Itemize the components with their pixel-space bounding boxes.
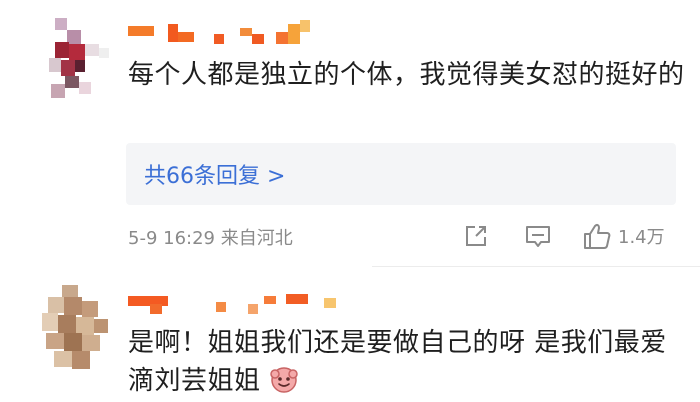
comment-text-content: 是啊！姐姐我们还是要做自己的呀 是我们最爱滴刘芸姐姐 — [128, 328, 667, 396]
comment-meta: 5-9 16:29 来自河北 — [128, 228, 293, 249]
share-button[interactable] — [463, 222, 489, 250]
view-replies-link[interactable]: 共66条回复 > — [144, 158, 285, 190]
username-redacted[interactable] — [128, 20, 318, 48]
like-button[interactable]: 1.4万 — [582, 222, 665, 250]
thumbs-up-icon — [584, 223, 611, 249]
comment-text: 每个人都是独立的个体，我觉得美女怼的挺好的 — [128, 60, 685, 90]
comment-icon — [526, 226, 550, 247]
divider — [372, 266, 700, 267]
smiling-face-emoji-icon — [270, 367, 299, 393]
avatar[interactable] — [40, 285, 112, 373]
like-count: 1.4万 — [618, 227, 665, 248]
share-icon — [466, 226, 486, 246]
comment-text: 是啊！姐姐我们还是要做自己的呀 是我们最爱滴刘芸姐姐 — [128, 324, 688, 400]
avatar[interactable] — [45, 18, 115, 98]
comment-button[interactable] — [524, 222, 552, 250]
username-redacted[interactable] — [128, 290, 338, 316]
replies-panel[interactable]: 共66条回复 > — [126, 143, 676, 205]
